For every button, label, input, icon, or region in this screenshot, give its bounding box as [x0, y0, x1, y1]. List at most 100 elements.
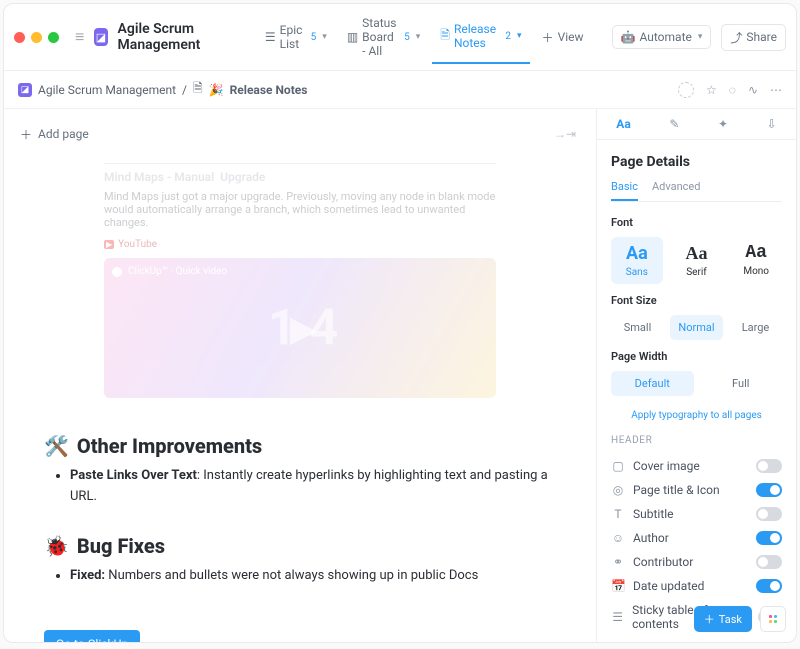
side-tab-typography[interactable]: Aa [616, 117, 630, 131]
app-icon: ◪ [94, 28, 107, 46]
image-icon: ▢ [611, 459, 625, 473]
row-title-icon: ◎Page title & Icon [611, 478, 782, 502]
heading-text: Other Improvements [77, 434, 262, 458]
font-option-mono[interactable]: AaMono [730, 237, 782, 284]
tools-icon: 🛠️ [44, 434, 69, 458]
people-icon: ⚭ [611, 555, 625, 569]
list-icon: ☰ [611, 610, 624, 624]
font-size-label: Font Size [611, 294, 782, 307]
video-embed[interactable]: ClickUp™ · Quick video 1▸4 [104, 258, 496, 398]
youtube-chip: ▶ YouTube [104, 239, 157, 250]
font-label: Font [611, 216, 782, 229]
page-width-default[interactable]: Default [611, 371, 694, 396]
target-icon: ◎ [611, 483, 625, 497]
row-date-updated: 📅Date updated [611, 574, 782, 598]
side-tab-ai[interactable]: ✦ [718, 117, 728, 131]
heading-text: Bug Fixes [77, 534, 165, 558]
add-page-button[interactable]: ＋ Add page →⇥ [4, 123, 596, 157]
page-width-full[interactable]: Full [700, 371, 783, 396]
link-icon[interactable]: ∿ [748, 83, 758, 97]
board-icon: ▥ [347, 31, 358, 44]
subtab-advanced[interactable]: Advanced [652, 180, 700, 201]
toggle-contributor[interactable] [756, 555, 782, 569]
tab-badge: 2 [505, 31, 511, 42]
tab-epic-list[interactable]: ☰ Epic List 5 ▾ [257, 17, 335, 57]
breadcrumb-root[interactable]: Agile Scrum Management [38, 83, 176, 97]
robot-icon: 🤖 [621, 30, 636, 44]
page-width-label: Page Width [611, 350, 782, 363]
side-tab-export[interactable]: ⇩ [767, 117, 777, 131]
youtube-icon: ▶ [104, 240, 114, 249]
youtube-label: YouTube [118, 239, 157, 250]
add-view-label: View [558, 30, 584, 44]
more-icon[interactable]: ⋯ [770, 83, 782, 97]
doc-icon: 🗎 [193, 79, 203, 100]
font-option-sans[interactable]: AaSans [611, 237, 663, 284]
tab-badge: 5 [311, 32, 317, 43]
improvement-item: Paste Links Over Text: Instantly create … [70, 466, 556, 508]
go-to-clickup-button[interactable]: Go to ClickUp [44, 630, 140, 642]
chevron-down-icon: ▾ [698, 32, 703, 42]
toggle-subtitle[interactable] [756, 507, 782, 521]
font-size-normal[interactable]: Normal [670, 315, 723, 340]
breadcrumb-page[interactable]: Release Notes [230, 83, 308, 97]
bug-item: Fixed: Numbers and bullets were not alwa… [70, 566, 556, 587]
breadcrumb-separator: / [182, 83, 187, 97]
toggle-title-icon[interactable] [756, 483, 782, 497]
comment-icon[interactable]: ◌ [729, 83, 736, 97]
font-size-large[interactable]: Large [729, 315, 782, 340]
tab-status-board[interactable]: ▥ Status Board - All 5 ▾ [339, 10, 428, 64]
collapse-arrow-icon[interactable]: →⇥ [550, 123, 580, 145]
bullet-bold: Fixed: [70, 568, 105, 583]
task-label: Task [719, 613, 742, 626]
automate-label: Automate [639, 30, 691, 44]
play-icon: 1▸4 [268, 299, 332, 358]
share-icon: ⤴ [730, 29, 742, 46]
close-window[interactable] [14, 32, 25, 43]
row-subtitle: TSubtitle [611, 502, 782, 526]
toggle-date-updated[interactable] [756, 579, 782, 593]
minimize-window[interactable] [31, 32, 42, 43]
list-icon: ☰ [265, 31, 276, 44]
font-size-small[interactable]: Small [611, 315, 664, 340]
share-label: Share [746, 30, 777, 44]
bullet-bold: Paste Links Over Text [70, 468, 197, 483]
toggle-author[interactable] [756, 531, 782, 545]
tab-label: Release Notes [454, 22, 499, 50]
maximize-window[interactable] [48, 32, 59, 43]
faded-paragraph: Mind Maps just got a major upgrade. Prev… [104, 190, 496, 229]
row-cover-image: ▢Cover image [611, 454, 782, 478]
sidebar-toggle-icon[interactable]: ≡ [75, 27, 84, 47]
plus-icon: ＋ [20, 126, 32, 143]
tab-label: Status Board - All [362, 16, 398, 58]
subtab-basic[interactable]: Basic [611, 180, 638, 201]
new-task-button[interactable]: ＋Task [694, 606, 752, 632]
font-option-serif[interactable]: AaSerif [671, 237, 723, 284]
apps-button[interactable] [760, 606, 786, 632]
tab-release-notes[interactable]: 🗎 Release Notes 2 ▾ [432, 16, 529, 56]
add-page-label: Add page [38, 127, 89, 141]
doc-icon: 🗎 [440, 30, 450, 43]
toggle-cover-image[interactable] [756, 459, 782, 473]
workspace-title[interactable]: Agile Scrum Management [118, 21, 237, 53]
breadcrumb-emoji: 🎉 [209, 83, 224, 97]
faded-prev-content: Mind Maps - Manual Upgrade Mind Maps jus… [4, 163, 596, 398]
text-icon: T [611, 507, 625, 521]
workspace-icon: ◪ [18, 83, 32, 97]
other-improvements-heading: 🛠️ Other Improvements [44, 434, 556, 458]
apply-all-link[interactable]: Apply typography to all pages [611, 410, 782, 421]
side-tab-magic[interactable]: ✎ [669, 117, 679, 131]
tab-label: Epic List [280, 23, 305, 51]
row-contributor: ⚭Contributor [611, 550, 782, 574]
star-icon[interactable]: ☆ [706, 83, 717, 97]
plus-icon: ＋ [542, 29, 554, 46]
header-section-label: HEADER [611, 435, 782, 446]
add-view-button[interactable]: ＋ View [534, 23, 592, 52]
share-button[interactable]: ⤴ Share [721, 24, 786, 51]
theme-icon[interactable] [678, 82, 694, 98]
bug-fixes-heading: 🐞 Bug Fixes [44, 534, 556, 558]
automate-button[interactable]: 🤖 Automate ▾ [612, 25, 712, 49]
tab-badge: 5 [404, 32, 410, 43]
row-author: ☺Author [611, 526, 782, 550]
chevron-down-icon: ▾ [322, 32, 327, 42]
